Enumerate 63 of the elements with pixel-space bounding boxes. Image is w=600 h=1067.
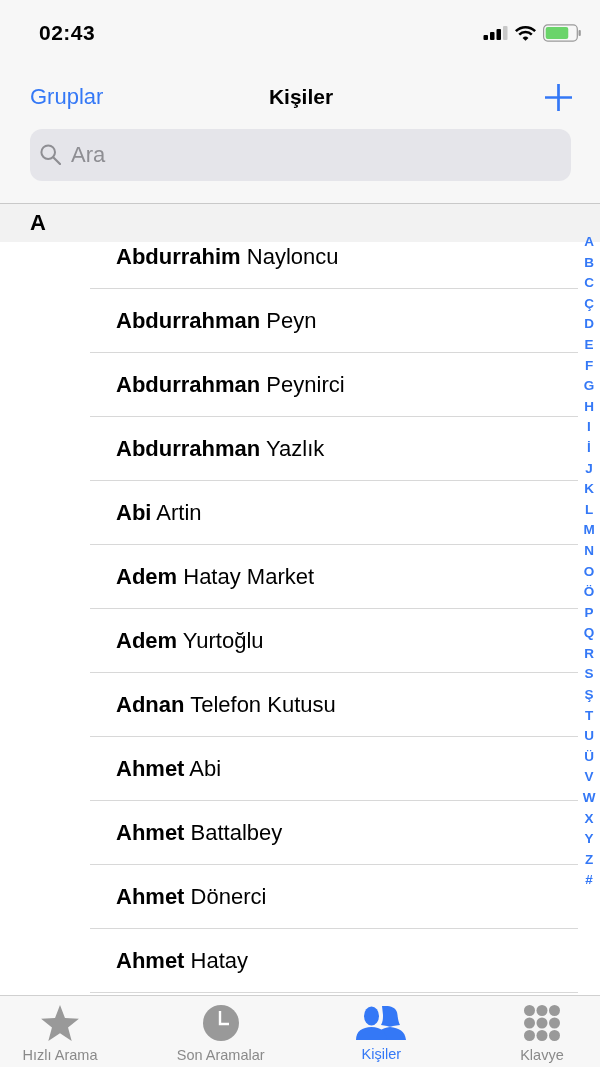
tab[interactable]: Son Aramalar (162, 996, 279, 1067)
wifi-icon (514, 24, 537, 42)
contact-name[interactable]: Abdurrahim Nayloncu (116, 243, 339, 270)
contact-name[interactable]: Abdurrahman Peyn (116, 307, 317, 334)
add-button[interactable] (545, 83, 572, 111)
contact-name[interactable]: Adem Hatay Market (116, 563, 315, 590)
index-letter[interactable]: W (582, 788, 596, 809)
contact-name[interactable]: Ahmet Abi (116, 755, 222, 782)
index-letter[interactable]: Y (584, 829, 594, 850)
index-letter[interactable]: M (583, 520, 595, 541)
contact-name[interactable]: Ahmet Dönerci (116, 883, 267, 910)
index-letter[interactable]: O (583, 561, 595, 583)
index-letter[interactable]: G (583, 376, 595, 397)
index-letter[interactable]: V (584, 767, 594, 789)
star-icon (41, 1005, 79, 1041)
contact-name[interactable]: Adem Yurtoğlu (116, 627, 264, 654)
contact-name[interactable]: Abdurrahman Yazlık (116, 435, 325, 462)
contact-name[interactable]: Ahmet Hatay (116, 947, 249, 974)
index-letter[interactable]: P (584, 602, 594, 624)
index-letter[interactable]: Q (583, 623, 595, 644)
index-letter[interactable]: J (585, 458, 593, 480)
index-letter[interactable]: H (584, 396, 594, 418)
index-letter[interactable]: Ç (584, 293, 594, 315)
groups-button[interactable]: Gruplar (30, 84, 104, 110)
index-letter[interactable]: Ü (584, 746, 594, 768)
index-letter[interactable]: N (584, 540, 594, 562)
index-letter[interactable]: D (584, 314, 594, 335)
battery-icon (543, 24, 581, 42)
index-letter[interactable]: İ (587, 437, 591, 459)
contact-name[interactable]: Adnan Telefon Kutusu (116, 691, 336, 718)
index-letter[interactable]: C (584, 273, 594, 294)
index-letter[interactable]: E (584, 334, 594, 356)
index-letter[interactable]: Ö (583, 582, 595, 603)
search-field[interactable]: Ara (30, 129, 571, 181)
index-letter[interactable]: T (584, 705, 594, 727)
contact-name[interactable]: Abi Artin (116, 499, 202, 526)
clock-icon (202, 1005, 239, 1041)
keypad-icon (523, 1005, 560, 1041)
search-icon (40, 144, 61, 165)
contact-name[interactable]: Abdurrahman Peynirci (116, 371, 345, 398)
index-letter[interactable]: # (585, 870, 593, 891)
index-letter[interactable]: A (584, 232, 594, 253)
index-letter[interactable]: I (587, 417, 591, 438)
index-letter[interactable]: B (584, 252, 594, 274)
index-letter[interactable]: Ş (584, 685, 594, 706)
signal-icon (483, 26, 508, 40)
people-icon (355, 1006, 408, 1040)
status-time: 02:43 (39, 21, 96, 45)
index-letter[interactable]: R (584, 643, 594, 665)
tab[interactable]: Hızlı Arama (2, 996, 118, 1067)
tab[interactable]: Klavye (483, 996, 600, 1067)
tab[interactable]: Kişiler (323, 996, 440, 1067)
page-title: Kişiler (268, 85, 334, 109)
plus-icon (545, 83, 572, 111)
index-letter[interactable]: F (584, 355, 594, 377)
index-letter[interactable]: X (584, 808, 594, 830)
section-letter: A (30, 210, 46, 236)
index-letter[interactable]: S (584, 664, 594, 686)
index-letter[interactable]: K (584, 479, 594, 500)
index-letter[interactable]: Z (584, 849, 594, 871)
index-letter[interactable]: U (584, 726, 594, 747)
index-letter[interactable]: L (584, 499, 594, 521)
contact-name[interactable]: Ahmet Battalbey (116, 819, 283, 846)
